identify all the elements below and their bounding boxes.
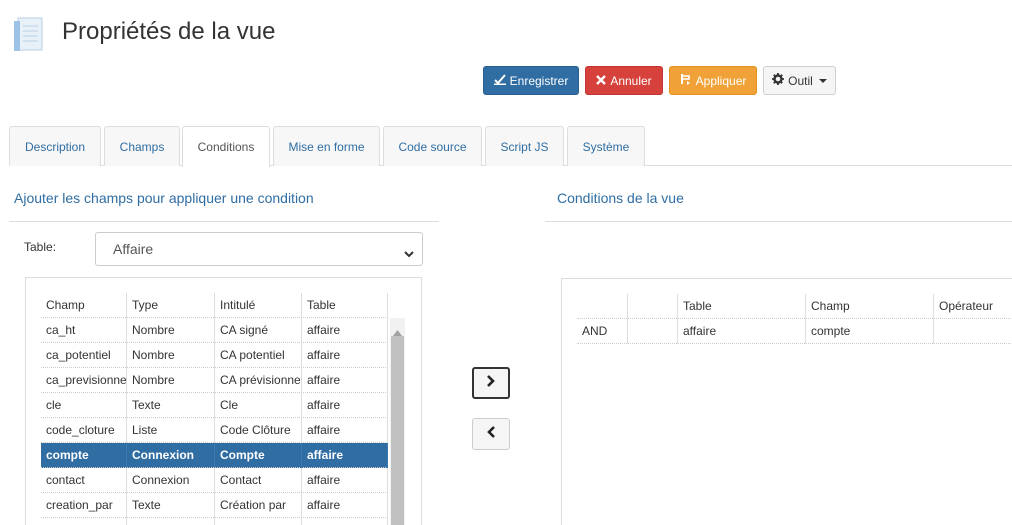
cell-type: Connexion bbox=[127, 443, 215, 468]
cell-intitule: Contact bbox=[215, 468, 302, 493]
tab-systeme[interactable]: Système bbox=[567, 126, 645, 166]
table-row-selected[interactable]: compte Connexion Compte affaire bbox=[41, 443, 388, 468]
cell-champ: compte bbox=[806, 319, 934, 344]
close-icon bbox=[596, 74, 607, 88]
cell-table: affaire bbox=[302, 418, 388, 443]
cell-type: Nombre bbox=[127, 343, 215, 368]
cell-logic: AND bbox=[577, 319, 628, 344]
toolbar: Enregistrer Annuler Appliquer Outil bbox=[483, 66, 836, 95]
chevron-left-icon bbox=[486, 425, 496, 443]
table-row[interactable]: ca_previsionnel Nombre CA prévisionnel a… bbox=[41, 368, 388, 393]
cell-type: Nombre bbox=[127, 318, 215, 343]
tab-champs[interactable]: Champs bbox=[104, 126, 180, 166]
left-section-title: Ajouter les champs pour appliquer une co… bbox=[14, 190, 314, 206]
tab-bar: Description Champs Conditions Mise en fo… bbox=[9, 126, 1012, 167]
cell-intitule: Code Clôture bbox=[215, 418, 302, 443]
column-header-type[interactable]: Type bbox=[127, 293, 215, 318]
cell-champ: ca_previsionnel bbox=[41, 368, 127, 393]
table-row[interactable]: code_cloture Liste Code Clôture affaire bbox=[41, 418, 388, 443]
fields-scrollbar-thumb[interactable] bbox=[391, 336, 404, 525]
cell-champ: compte bbox=[41, 443, 127, 468]
table-row[interactable]: ca_potentiel Nombre CA potentiel affaire bbox=[41, 343, 388, 368]
cell-table: affaire bbox=[302, 468, 388, 493]
gear-icon bbox=[772, 73, 785, 88]
table-row[interactable]: cle Texte Cle affaire bbox=[41, 393, 388, 418]
tab-script-js[interactable]: Script JS bbox=[485, 126, 564, 166]
table-select-value: Affaire bbox=[113, 241, 154, 257]
cell-type: Connexion bbox=[127, 468, 215, 493]
tool-label: Outil bbox=[788, 73, 813, 88]
apply-icon bbox=[680, 73, 692, 88]
save-label: Enregistrer bbox=[509, 73, 569, 88]
fields-scrollbar[interactable] bbox=[390, 318, 405, 525]
table-row[interactable]: contact Connexion Contact affaire bbox=[41, 468, 388, 493]
scroll-up-arrow-icon[interactable] bbox=[393, 323, 402, 341]
cell-champ: contact bbox=[41, 468, 127, 493]
cell-champ: code_cloture bbox=[41, 418, 127, 443]
page-icon bbox=[12, 16, 46, 54]
right-section-title: Conditions de la vue bbox=[557, 190, 684, 206]
cell-intitule: CA prévisionnel bbox=[215, 368, 302, 393]
apply-label: Appliquer bbox=[695, 73, 747, 88]
add-condition-button[interactable] bbox=[472, 367, 510, 399]
cell-table: affaire bbox=[678, 319, 806, 344]
cell-type: Texte bbox=[127, 393, 215, 418]
cell-intitule: CA signé bbox=[215, 318, 302, 343]
column-header-operateur[interactable]: Opérateur bbox=[934, 294, 1012, 319]
page-title: Propriétés de la vue bbox=[62, 18, 276, 45]
tab-description[interactable]: Description bbox=[9, 126, 101, 166]
column-header-champ[interactable]: Champ bbox=[41, 293, 127, 318]
table-row[interactable]: AND affaire compte bbox=[577, 319, 1012, 344]
table-select[interactable]: Affaire bbox=[95, 232, 423, 266]
cell-type: Nombre bbox=[127, 368, 215, 393]
remove-condition-button[interactable] bbox=[472, 418, 510, 450]
cell-table: affaire bbox=[302, 393, 388, 418]
table-row[interactable]: ca_ht Nombre CA signé affaire bbox=[41, 318, 388, 343]
cell-blank bbox=[628, 319, 678, 344]
right-divider bbox=[545, 221, 1012, 222]
conditions-table-header: Table Champ Opérateur bbox=[577, 294, 1012, 319]
conditions-panel: Table Champ Opérateur AND affaire compte bbox=[561, 278, 1012, 525]
tab-mise-en-forme[interactable]: Mise en forme bbox=[273, 126, 380, 166]
column-header-blank[interactable] bbox=[628, 294, 678, 319]
cell-table: affaire bbox=[302, 443, 388, 468]
fields-table-header: Champ Type Intitulé Table bbox=[41, 293, 388, 318]
tab-code-source[interactable]: Code source bbox=[383, 126, 482, 166]
cell-intitule: Création par bbox=[215, 493, 302, 518]
column-header-champ[interactable]: Champ bbox=[806, 294, 934, 319]
cancel-label: Annuler bbox=[610, 73, 652, 88]
save-icon bbox=[493, 73, 506, 88]
column-header-table[interactable]: Table bbox=[678, 294, 806, 319]
apply-button[interactable]: Appliquer bbox=[669, 66, 757, 95]
save-button[interactable]: Enregistrer bbox=[483, 66, 579, 95]
table-row[interactable]: creation_par Texte Création par affaire bbox=[41, 493, 388, 518]
tab-conditions[interactable]: Conditions bbox=[182, 126, 270, 167]
cancel-button[interactable]: Annuler bbox=[585, 66, 663, 95]
cell-champ: ca_ht bbox=[41, 318, 127, 343]
left-divider bbox=[9, 221, 439, 222]
cell-champ: ca_potentiel bbox=[41, 343, 127, 368]
cell-table: affaire bbox=[302, 493, 388, 518]
chevron-down-icon bbox=[404, 245, 414, 258]
cell-champ: creation_par bbox=[41, 493, 127, 518]
table-label: Table: bbox=[24, 240, 57, 254]
column-header-intitule[interactable]: Intitulé bbox=[215, 293, 302, 318]
fields-panel: Champ Type Intitulé Table ca_ht Nombre C… bbox=[25, 277, 422, 525]
chevron-right-icon bbox=[486, 374, 496, 392]
cell-table: affaire bbox=[302, 343, 388, 368]
column-header-operator-logic[interactable] bbox=[577, 294, 628, 319]
cell-intitule: CA potentiel bbox=[215, 343, 302, 368]
cell-champ: cle bbox=[41, 393, 127, 418]
cell-table: affaire bbox=[302, 368, 388, 393]
tool-dropdown-button[interactable]: Outil bbox=[763, 66, 836, 95]
cell-type: Liste bbox=[127, 418, 215, 443]
cell-intitule: Cle bbox=[215, 393, 302, 418]
cell-operateur bbox=[934, 319, 1012, 344]
column-header-table[interactable]: Table bbox=[302, 293, 388, 318]
table-row bbox=[41, 518, 388, 525]
cell-type: Texte bbox=[127, 493, 215, 518]
cell-intitule: Compte bbox=[215, 443, 302, 468]
caret-down-icon bbox=[818, 78, 827, 83]
cell-table: affaire bbox=[302, 318, 388, 343]
